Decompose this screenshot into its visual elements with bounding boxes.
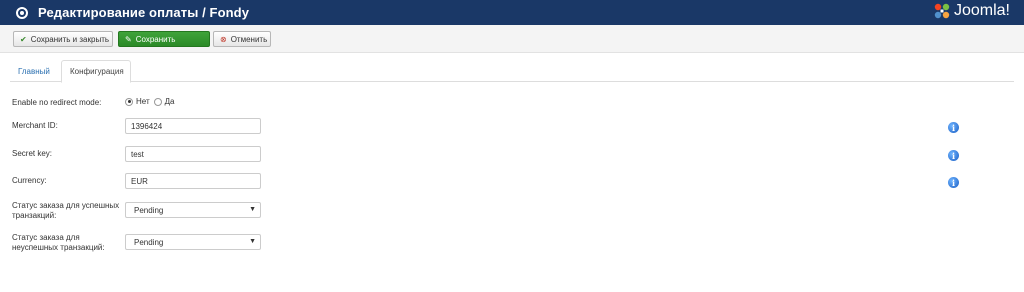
no-redirect-radio-group: Нет Да bbox=[125, 97, 179, 106]
fail-status-label-line2: неуспешных транзакций: bbox=[12, 243, 105, 252]
cancel-label: Отменить bbox=[230, 34, 268, 44]
save-and-close-label: Сохранить и закрыть bbox=[30, 34, 110, 44]
save-label: Сохранить bbox=[135, 34, 176, 44]
currency-label: Currency: bbox=[12, 176, 47, 185]
top-header: Редактирование оплаты / Fondy Joomla! bbox=[0, 0, 1024, 25]
radio-no[interactable] bbox=[125, 97, 133, 106]
tab-bar: Главный Конфигурация bbox=[10, 60, 1014, 83]
chevron-down-icon: ▼ bbox=[249, 206, 256, 213]
secret-key-value: test bbox=[131, 149, 144, 159]
fail-status-label-line1: Статус заказа для bbox=[12, 233, 80, 242]
info-icon[interactable]: i bbox=[948, 177, 959, 188]
radio-yes-label[interactable]: Да bbox=[165, 97, 175, 106]
page-title: Редактирование оплаты / Fondy bbox=[38, 5, 250, 20]
success-status-select[interactable]: Pending ▼ bbox=[125, 202, 261, 218]
cancel-circle-icon: ⊗ bbox=[220, 34, 227, 44]
fail-status-select[interactable]: Pending ▼ bbox=[125, 234, 261, 250]
success-status-label-line1: Статус заказа для успешных bbox=[12, 201, 120, 210]
joomla-logo-icon bbox=[934, 3, 950, 19]
cancel-button[interactable]: ⊗ Отменить bbox=[213, 31, 271, 47]
secret-key-label: Secret key: bbox=[12, 149, 53, 158]
tab-main[interactable]: Главный bbox=[10, 60, 58, 82]
edit-icon: ✎ bbox=[125, 34, 132, 44]
radio-no-label[interactable]: Нет bbox=[136, 97, 150, 106]
radio-yes[interactable] bbox=[153, 97, 162, 106]
info-icon[interactable]: i bbox=[948, 150, 959, 161]
currency-value: EUR bbox=[131, 176, 148, 186]
logo-text: Joomla! bbox=[953, 2, 1010, 19]
save-and-close-button[interactable]: ✔ Сохранить и закрыть bbox=[13, 31, 113, 47]
radio-circle-icon bbox=[16, 6, 28, 19]
check-icon: ✔ bbox=[20, 34, 27, 44]
currency-input[interactable]: EUR bbox=[125, 173, 261, 189]
joomla-logo: Joomla! bbox=[933, 2, 1010, 20]
merchant-id-label: Merchant ID: bbox=[12, 121, 58, 130]
secret-key-input[interactable]: test bbox=[125, 146, 261, 162]
merchant-id-input[interactable]: 1396424 bbox=[125, 118, 261, 134]
tab-configuration[interactable]: Конфигурация bbox=[61, 60, 131, 83]
info-icon[interactable]: i bbox=[948, 122, 959, 133]
save-button[interactable]: ✎ Сохранить bbox=[118, 31, 210, 47]
toolbar: ✔ Сохранить и закрыть ✎ Сохранить ⊗ Отме… bbox=[0, 25, 1024, 53]
no-redirect-label: Enable no redirect mode: bbox=[12, 98, 102, 107]
fail-status-value: Pending bbox=[134, 237, 164, 247]
merchant-id-value: 1396424 bbox=[131, 121, 163, 131]
success-status-value: Pending bbox=[134, 205, 164, 215]
chevron-down-icon: ▼ bbox=[249, 238, 256, 245]
success-status-label-line2: транзакций: bbox=[12, 211, 57, 220]
